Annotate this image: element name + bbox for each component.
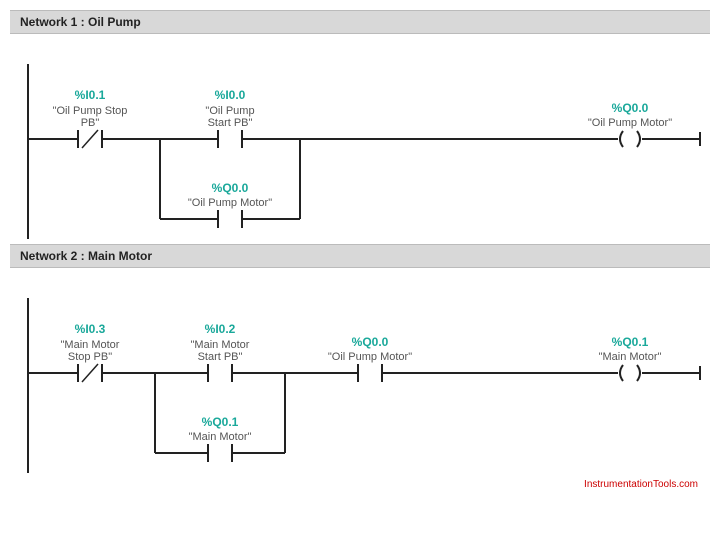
network-1-header: Network 1 : Oil Pump [10,10,710,34]
contact-desc: "Oil Pump Motor" [328,351,412,363]
no-contact-branch: %Q0.1 "Main Motor" [189,415,252,462]
no-contact-branch: %Q0.0 "Oil Pump Motor" [188,181,272,228]
coil-desc: "Main Motor" [599,351,662,363]
no-contact: %Q0.0 "Oil Pump Motor" [328,335,412,382]
contact-desc: "Main Motor" [189,431,252,443]
contact-desc-line1: "Main Motor [61,339,120,351]
coil-address: %Q0.1 [612,335,649,349]
contact-desc-line2: Start PB" [208,117,253,129]
contact-desc-line2: PB" [81,117,100,129]
contact-desc-line2: Start PB" [198,351,243,363]
contact-address: %Q0.0 [352,335,389,349]
contact-address: %Q0.1 [202,415,239,429]
contact-desc-line1: "Oil Pump [205,105,254,117]
contact-address: %I0.1 [75,88,106,102]
coil: %Q0.0 "Oil Pump Motor" [588,101,672,148]
coil-desc: "Oil Pump Motor" [588,117,672,129]
contact-address: %I0.2 [205,322,236,336]
contact-address: %I0.0 [215,88,246,102]
contact-desc: "Oil Pump Motor" [188,197,272,209]
contact-desc-line1: "Main Motor [191,339,250,351]
network-1-ladder: %I0.1 "Oil Pump Stop PB" %I0.0 "Oil Pump… [10,44,710,244]
contact-desc-line2: Stop PB" [68,351,112,363]
network-1-title: Network 1 : Oil Pump [20,15,141,29]
network-2-header: Network 2 : Main Motor [10,244,710,268]
contact-address: %Q0.0 [212,181,249,195]
watermark-text: InstrumentationTools.com [584,479,698,490]
coil: %Q0.1 "Main Motor" [599,335,662,382]
network-2-title: Network 2 : Main Motor [20,249,152,263]
coil-address: %Q0.0 [612,101,649,115]
contact-address: %I0.3 [75,322,106,336]
network-2-ladder: %I0.3 "Main Motor Stop PB" %I0.2 "Main M… [10,278,710,478]
contact-desc-line1: "Oil Pump Stop [53,105,128,117]
network-1-body: %I0.1 "Oil Pump Stop PB" %I0.0 "Oil Pump… [10,40,710,244]
no-contact: %I0.0 "Oil Pump Start PB" [205,88,254,148]
network-2-body: %I0.3 "Main Motor Stop PB" %I0.2 "Main M… [10,274,710,492]
